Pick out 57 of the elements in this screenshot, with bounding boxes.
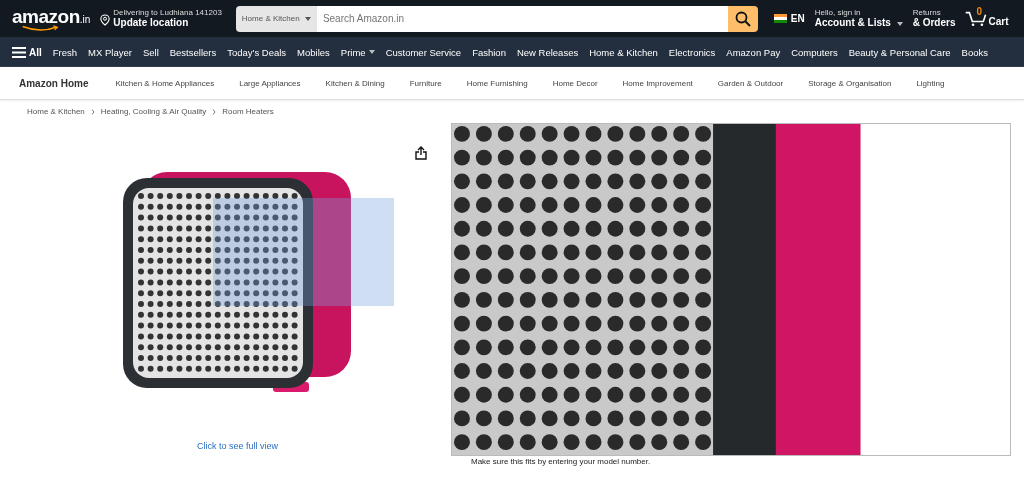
nav-link[interactable]: Home & Kitchen: [589, 46, 658, 58]
language-selector[interactable]: EN: [790, 13, 805, 24]
nav-link[interactable]: Prime: [340, 46, 375, 58]
full-view-link[interactable]: Click to see full view: [197, 441, 278, 451]
category-link[interactable]: Furniture: [409, 78, 442, 88]
search-field[interactable]: Search Amazon.in: [316, 5, 728, 32]
greeting-text: Hello, sign in: [814, 8, 862, 18]
nav-link[interactable]: Amazon Pay: [726, 46, 781, 58]
nav-link[interactable]: Beauty & Personal Care: [848, 46, 951, 58]
category-link[interactable]: Home Improvement: [622, 78, 693, 88]
delivery-address: Delivering to Ludhiana 141203: [113, 8, 222, 18]
nav-link[interactable]: New Releases: [516, 46, 579, 58]
nav-link[interactable]: Fashion: [472, 46, 506, 58]
nav-link[interactable]: MX Player: [88, 46, 132, 58]
caret-icon: [304, 16, 311, 21]
category-link[interactable]: Large Appliances: [239, 78, 301, 88]
search-category-dropdown[interactable]: Home & Kitchen: [235, 5, 317, 32]
nav-link[interactable]: Today's Deals: [227, 46, 287, 58]
caret-icon: [896, 21, 903, 26]
orders-link[interactable]: & Orders: [912, 17, 956, 29]
cart-count: 0: [976, 6, 982, 17]
category-link[interactable]: Lighting: [916, 78, 945, 88]
chevron-icon: [90, 108, 95, 115]
search-button[interactable]: [727, 5, 758, 32]
nav-link[interactable]: Customer Service: [385, 46, 462, 58]
category-link[interactable]: Kitchen & Dining: [325, 78, 385, 88]
chevron-icon: [212, 108, 217, 115]
category-link[interactable]: Storage & Organisation: [808, 78, 892, 88]
breadcrumb-link[interactable]: Room Heaters: [222, 107, 274, 116]
flag-icon: [773, 14, 787, 23]
nav-link[interactable]: Books: [961, 46, 988, 58]
amazon-logo[interactable]: amazon.in: [12, 5, 91, 32]
nav-link[interactable]: Bestsellers: [169, 46, 217, 58]
update-location-link[interactable]: Update location: [113, 17, 222, 29]
zoom-lens[interactable]: [212, 198, 394, 306]
breadcrumb-link[interactable]: Heating, Cooling & Air Quality: [100, 107, 207, 116]
nav-link[interactable]: Computers: [791, 46, 838, 58]
menu-icon: [12, 46, 26, 58]
cart-link[interactable]: Cart: [988, 16, 1009, 27]
nav-link[interactable]: Mobiles: [297, 46, 330, 58]
nav-link[interactable]: Electronics: [668, 46, 716, 58]
share-icon[interactable]: [415, 146, 427, 160]
nav-link[interactable]: Sell: [142, 46, 159, 58]
caret-icon: [368, 50, 375, 54]
category-link[interactable]: Home Furnishing: [466, 78, 528, 88]
returns-text: Returns: [912, 8, 942, 18]
fit-hint-text: Make sure this fits by entering your model number.: [471, 457, 652, 466]
location-pin-icon: [100, 14, 111, 27]
category-link[interactable]: Home Decor: [552, 78, 598, 88]
account-lists-menu[interactable]: Account & Lists: [814, 17, 903, 29]
category-link[interactable]: Kitchen & Home Appliances: [115, 78, 215, 88]
search-icon: [734, 10, 751, 27]
all-menu-button[interactable]: All: [12, 46, 42, 58]
amazon-home-link[interactable]: Amazon Home: [19, 77, 89, 89]
category-link[interactable]: Garden & Outdoor: [717, 78, 784, 88]
nav-link[interactable]: Fresh: [52, 46, 78, 58]
breadcrumb-link[interactable]: Home & Kitchen: [27, 107, 85, 116]
